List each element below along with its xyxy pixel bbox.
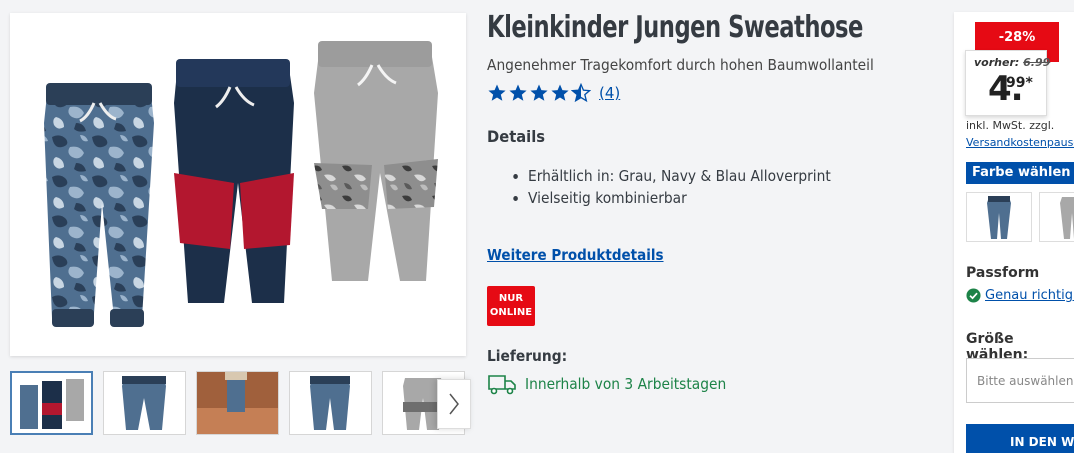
grey-pants [314, 41, 438, 281]
navy-pants [174, 59, 294, 303]
price-box: vorher: 6.99 4. 99* [965, 50, 1050, 116]
product-subtitle: Angenehmer Tragekomfort durch hohen Baum… [487, 56, 874, 74]
fit-link[interactable]: Genau richtig ( [985, 288, 1074, 303]
old-price-prefix: vorher: [974, 56, 1020, 69]
star-icon [551, 84, 569, 101]
chevron-right-icon [449, 393, 459, 415]
thumbnail-1[interactable] [10, 371, 93, 435]
check-circle-icon [966, 288, 981, 303]
color-swatch-blue-camo[interactable] [966, 192, 1032, 242]
online-only-badge: NUR ONLINE [487, 286, 535, 326]
fit-info: Genau richtig ( [966, 288, 1074, 303]
thumbnail-image [310, 376, 350, 430]
rating-stars [487, 83, 591, 103]
thumbnail-3[interactable] [196, 371, 279, 435]
vat-text: inkl. MwSt. zzgl. [966, 119, 1055, 132]
thumbnail-4[interactable] [289, 371, 372, 435]
delivery-info: Innerhalb von 3 Arbeitstagen [487, 373, 744, 395]
color-select-heading: Farbe wählen [966, 162, 1074, 184]
color-swatch-grey[interactable] [1039, 192, 1074, 242]
add-to-cart-button[interactable]: IN DEN WARENKORB [966, 424, 1074, 453]
more-details-link[interactable]: Weitere Produktdetails [487, 246, 664, 264]
main-product-image[interactable] [10, 13, 466, 356]
size-select[interactable]: Bitte auswählen... [966, 358, 1074, 403]
camo-pants [44, 83, 154, 327]
details-item: Vielseitig kombinierbar [528, 187, 831, 209]
thumbnail-image [122, 376, 166, 430]
product-rating[interactable]: (4) [487, 83, 620, 103]
swatch-image [987, 196, 1011, 239]
thumbnail-strip [10, 371, 472, 435]
thumbnail-next-button[interactable] [437, 379, 471, 429]
online-badge-line2: ONLINE [489, 307, 533, 318]
delivery-text: Innerhalb von 3 Arbeitstagen [525, 375, 727, 393]
details-list: Erhältlich in: Grau, Navy & Blau Allover… [510, 165, 857, 209]
star-icon [488, 84, 506, 101]
shipping-cost-link[interactable]: Versandkostenpauschale [966, 136, 1074, 149]
delivery-heading: Lieferung: [487, 347, 568, 365]
product-title: Kleinkinder Jungen Sweathose [487, 10, 863, 45]
details-item: Erhältlich in: Grau, Navy & Blau Allover… [528, 165, 831, 187]
star-icon [530, 84, 548, 101]
old-price: 6.99 [1023, 56, 1051, 69]
thumbnail-image [20, 379, 84, 429]
fit-heading: Passform [966, 265, 1040, 281]
truck-icon [488, 375, 516, 395]
pants-illustration [44, 41, 438, 327]
current-price-cents: 99* [1006, 75, 1033, 91]
star-icon [509, 84, 527, 101]
review-count-link[interactable]: (4) [599, 84, 620, 102]
thumbnail-image [197, 372, 278, 434]
star-half-icon [571, 83, 591, 103]
thumbnail-2[interactable] [103, 371, 186, 435]
details-heading: Details [487, 127, 546, 146]
old-price-label: vorher: 6.99 [974, 56, 1050, 69]
swatch-image [1060, 197, 1074, 239]
online-badge-line1: NUR [498, 293, 524, 304]
product-page: Kleinkinder Jungen Sweathose Angenehmer … [0, 0, 1074, 453]
